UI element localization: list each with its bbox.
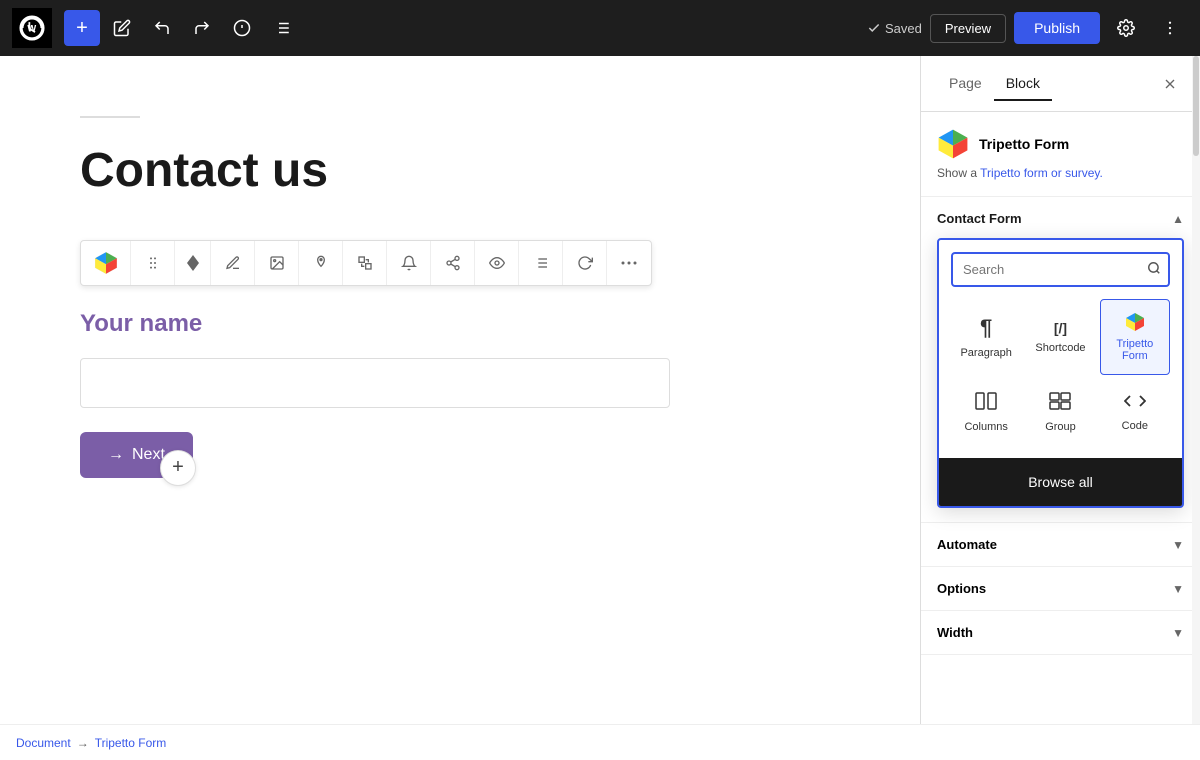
visibility-btn[interactable] <box>475 241 519 285</box>
options-title: Options <box>937 581 986 596</box>
top-toolbar: W + <box>0 0 1200 56</box>
automate-title: Automate <box>937 537 997 552</box>
block-item-code[interactable]: Code <box>1100 379 1170 446</box>
columns-icon <box>975 392 997 415</box>
form-name-input[interactable] <box>80 358 670 408</box>
contact-form-chevron: ▲ <box>1172 212 1184 226</box>
paragraph-label: Paragraph <box>960 347 1011 359</box>
block-item-columns[interactable]: Columns <box>951 379 1021 446</box>
more-block-options-btn[interactable] <box>607 241 651 285</box>
editor-area: Contact us <box>0 56 920 760</box>
status-bar: Document → Tripetto Form <box>0 724 1200 760</box>
tripetto-form-label: Tripetto Form <box>1109 338 1161 362</box>
page-divider <box>80 116 140 118</box>
shortcode-icon: [/] <box>1054 320 1067 336</box>
notification-btn[interactable] <box>387 241 431 285</box>
contact-form-header[interactable]: Contact Form ▲ <box>937 211 1184 226</box>
group-label: Group <box>1045 421 1076 433</box>
block-search-input[interactable] <box>963 262 1139 277</box>
settings-button[interactable] <box>1108 10 1144 46</box>
toolbar-right: Saved Preview Publish <box>867 10 1188 46</box>
tab-page[interactable]: Page <box>937 67 994 101</box>
form-field-label: Your name <box>80 310 840 338</box>
list-btn[interactable] <box>519 241 563 285</box>
block-item-shortcode[interactable]: [/] Shortcode <box>1025 299 1095 375</box>
sidebar-close-button[interactable] <box>1156 70 1184 98</box>
wp-logo[interactable]: W <box>12 8 52 48</box>
search-icon <box>1147 261 1161 278</box>
publish-button[interactable]: Publish <box>1014 12 1100 44</box>
main-layout: Contact us <box>0 56 1200 760</box>
block-desc-link[interactable]: Tripetto form or survey. <box>980 166 1103 180</box>
options-section: Options ▼ <box>921 567 1200 611</box>
list-view-button[interactable] <box>264 10 300 46</box>
color-btn[interactable] <box>299 241 343 285</box>
width-section-header[interactable]: Width ▼ <box>921 611 1200 654</box>
width-title: Width <box>937 625 973 640</box>
breadcrumb-current[interactable]: Tripetto Form <box>95 736 167 750</box>
options-chevron: ▼ <box>1172 582 1184 596</box>
info-button[interactable] <box>224 10 260 46</box>
tripetto-block-icon-btn[interactable] <box>81 241 131 285</box>
browse-all-button[interactable]: Browse all <box>939 458 1182 506</box>
code-icon <box>1124 393 1146 414</box>
transform-btn[interactable] <box>343 241 387 285</box>
add-block-button[interactable]: + <box>64 10 100 46</box>
block-name-label: Tripetto Form <box>979 136 1069 152</box>
block-item-paragraph[interactable]: ¶ Paragraph <box>951 299 1021 375</box>
redo-button[interactable] <box>184 10 220 46</box>
share-btn[interactable] <box>431 241 475 285</box>
automate-section-header[interactable]: Automate ▼ <box>921 523 1200 566</box>
image-btn[interactable] <box>255 241 299 285</box>
page-title: Contact us <box>80 142 840 200</box>
block-description: Show a Tripetto form or survey. <box>937 166 1184 180</box>
tripetto-form-icon <box>1125 312 1145 332</box>
columns-label: Columns <box>964 421 1007 433</box>
next-arrow: → <box>108 446 124 464</box>
options-section-header[interactable]: Options ▼ <box>921 567 1200 610</box>
edit-button[interactable] <box>104 10 140 46</box>
paragraph-icon: ¶ <box>980 315 992 341</box>
block-item-tripetto[interactable]: Tripetto Form <box>1100 299 1170 375</box>
contact-form-section: Contact Form ▲ <box>921 197 1200 523</box>
block-item-group[interactable]: Group <box>1025 379 1095 446</box>
contact-form-title: Contact Form <box>937 211 1022 226</box>
block-info-panel: Tripetto Form Show a Tripetto form or su… <box>921 112 1200 197</box>
width-chevron: ▼ <box>1172 626 1184 640</box>
shortcode-label: Shortcode <box>1035 342 1085 354</box>
breadcrumb-separator: → <box>77 736 89 750</box>
add-block-floating-button[interactable]: + <box>160 450 196 486</box>
automate-chevron: ▼ <box>1172 538 1184 552</box>
svg-text:W: W <box>27 24 36 34</box>
undo-button[interactable] <box>144 10 180 46</box>
automate-section: Automate ▼ <box>921 523 1200 567</box>
width-section: Width ▼ <box>921 611 1200 655</box>
block-toolbar <box>80 240 652 286</box>
group-icon <box>1049 392 1071 415</box>
code-label: Code <box>1122 420 1148 432</box>
preview-button[interactable]: Preview <box>930 14 1006 43</box>
more-options-button[interactable] <box>1152 10 1188 46</box>
drag-handle-btn[interactable] <box>131 241 175 285</box>
tab-block[interactable]: Block <box>994 67 1052 101</box>
move-up-btn[interactable] <box>175 241 211 285</box>
sidebar-tabs: Page Block <box>921 56 1200 112</box>
sidebar-scrollbar[interactable] <box>1192 56 1200 760</box>
block-info-header: Tripetto Form <box>937 128 1184 160</box>
pencil-btn[interactable] <box>211 241 255 285</box>
saved-status: Saved <box>867 21 922 36</box>
right-sidebar: Page Block Tripetto Form Show a Trip <box>920 56 1200 760</box>
breadcrumb-document[interactable]: Document <box>16 736 71 750</box>
refresh-btn[interactable] <box>563 241 607 285</box>
